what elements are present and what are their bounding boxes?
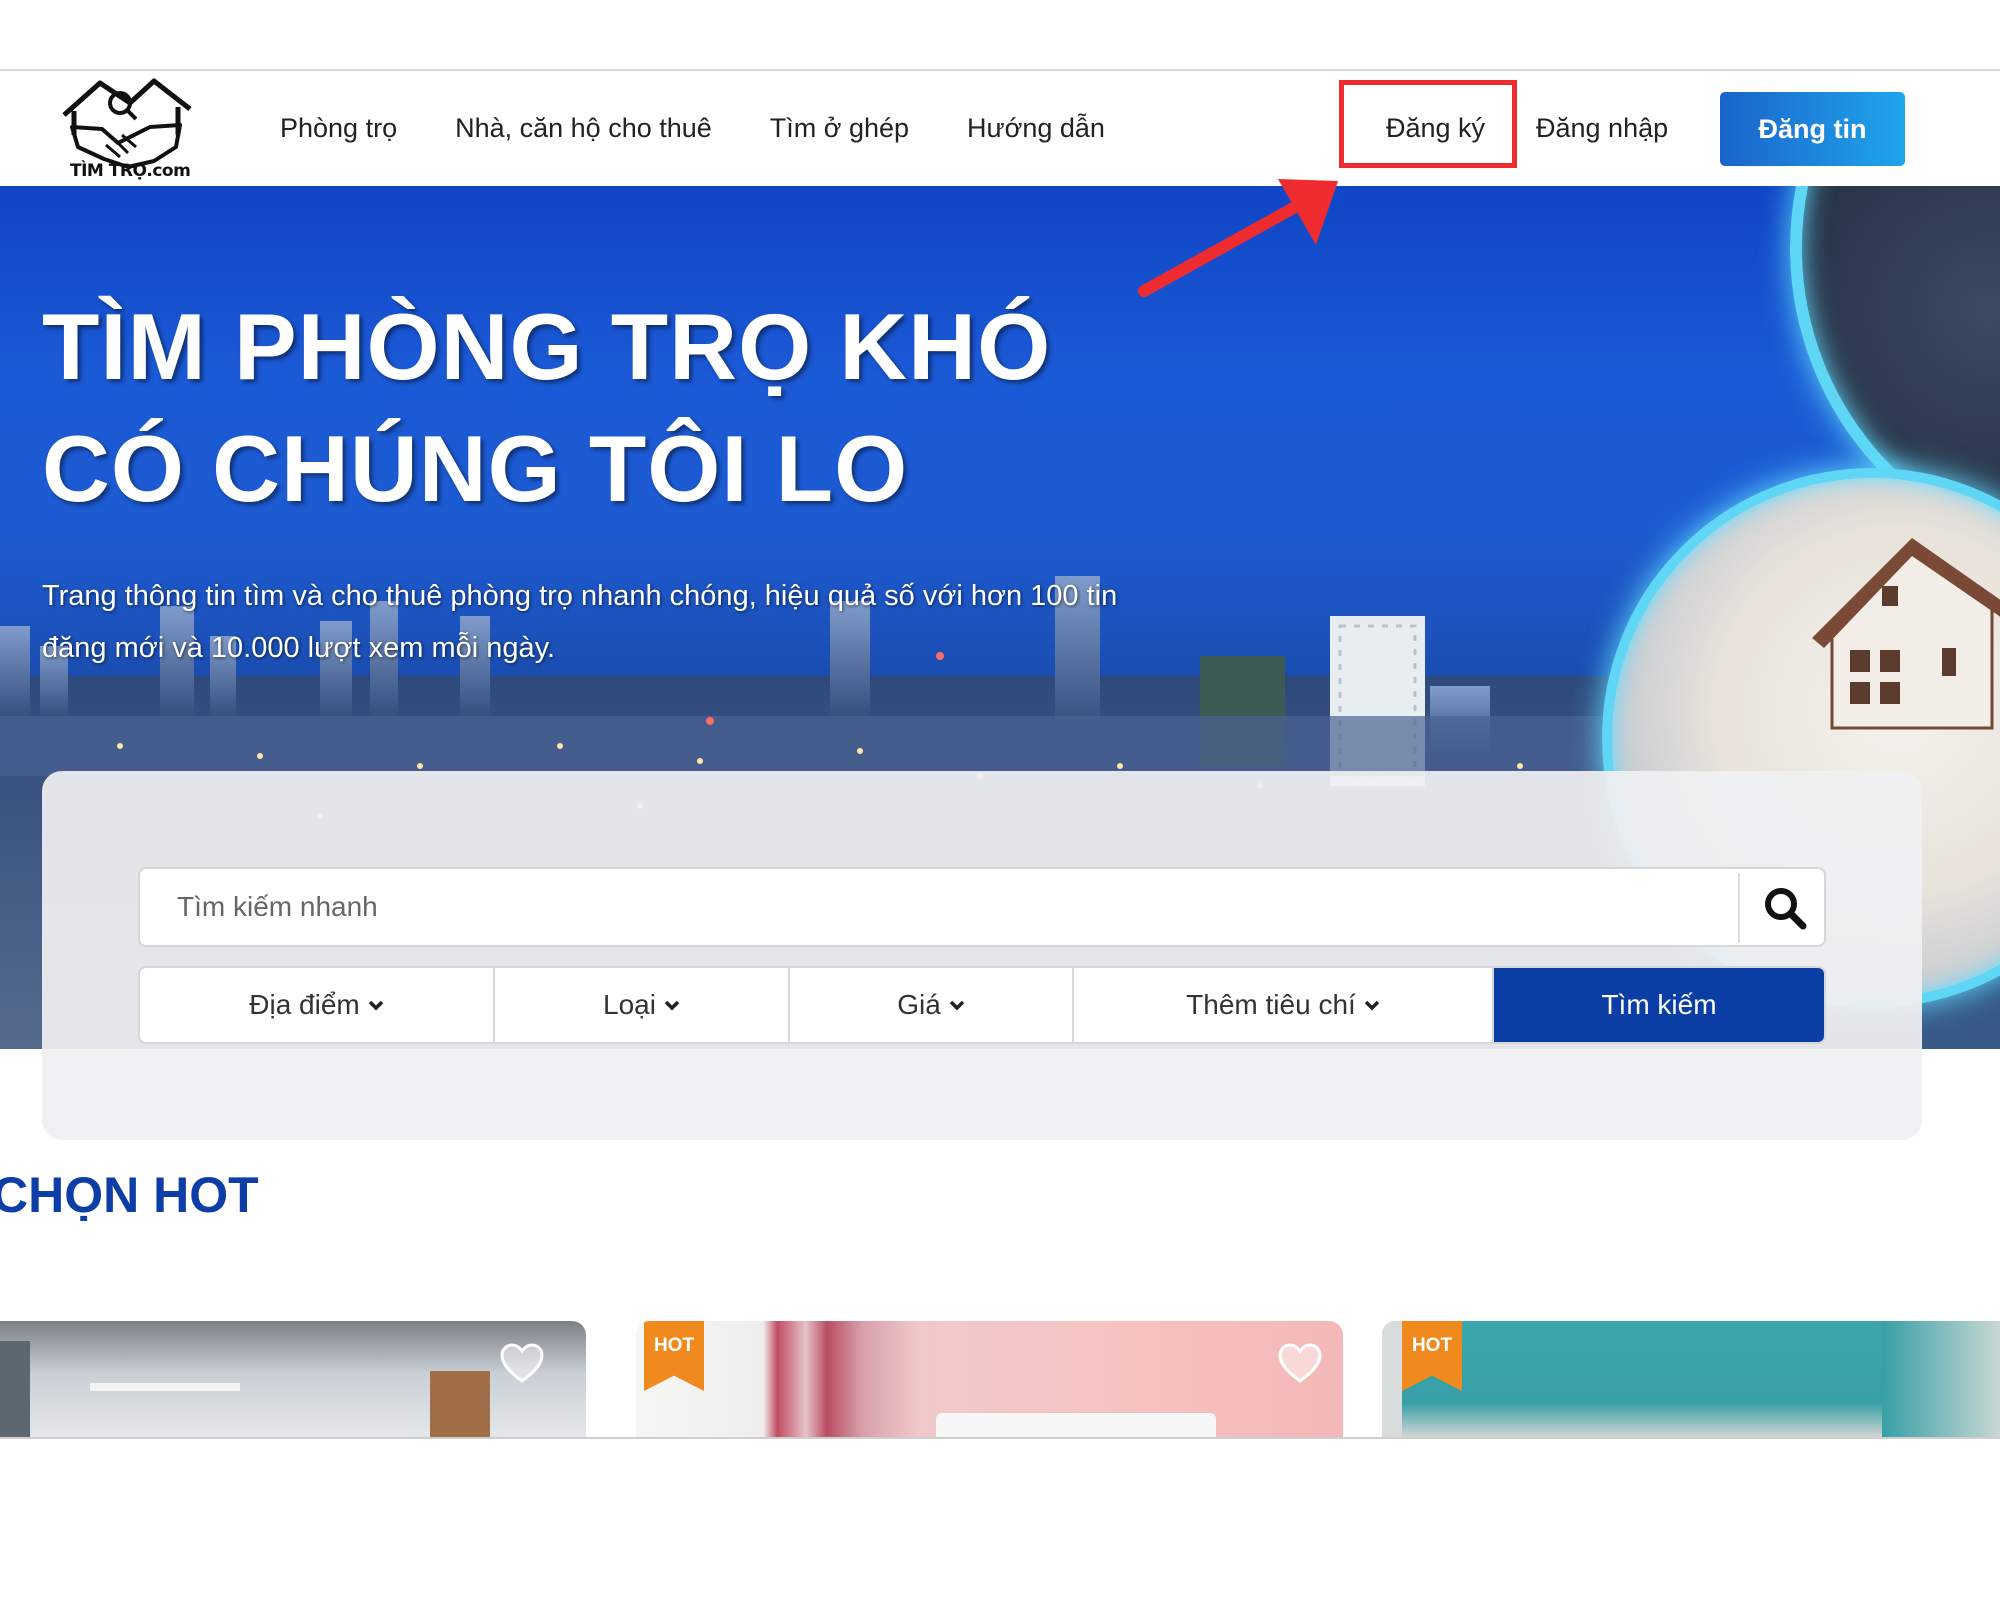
bed-frame [936,1413,1216,1438]
filter-location[interactable]: Địa điểm [140,968,495,1042]
hero-title: TÌM PHÒNG TRỌ KHÓ CÓ CHÚNG TÔI LO [42,286,1051,530]
search-submit-label: Tìm kiếm [1601,989,1717,1020]
search-icon[interactable] [1762,885,1808,931]
filter-price-label: Giá [897,989,941,1020]
filter-price[interactable]: Giá [790,968,1074,1042]
search-submit-button[interactable]: Tìm kiếm [1494,968,1824,1042]
quick-search-input[interactable]: Tìm kiếm nhanh [138,867,1826,947]
chevron-down-icon [1364,1000,1380,1010]
hero-description: Trang thông tin tìm và cho thuê phòng tr… [42,580,1118,664]
post-listing-button[interactable]: Đăng tin [1720,92,1905,166]
filter-location-label: Địa điểm [249,989,360,1020]
hero-title-line2: CÓ CHÚNG TÔI LO [42,416,909,521]
site-header: TÌM TRỌ.com Phòng trọ Nhà, căn hộ cho th… [0,71,2000,186]
wall-edge [1382,1321,1402,1438]
window-frame [0,1341,30,1438]
chevron-down-icon [949,1000,965,1010]
section-title: CHỌN HOT [0,1167,259,1223]
filter-more-criteria[interactable]: Thêm tiêu chí [1074,968,1494,1042]
wall-corner [1882,1321,2000,1438]
nav-item-huong-dan[interactable]: Hướng dẫn [967,113,1105,144]
login-link-wrap: Đăng nhập [1536,71,1668,186]
login-link[interactable]: Đăng nhập [1536,113,1668,144]
search-divider [1738,873,1740,943]
nav-item-nha-can-ho[interactable]: Nhà, căn hộ cho thuê [455,113,712,144]
filter-type-label: Loại [603,989,656,1020]
site-logo[interactable]: TÌM TRỌ.com [58,75,194,183]
heart-icon[interactable] [1276,1341,1324,1385]
filter-type[interactable]: Loại [495,968,790,1042]
listing-card[interactable] [0,1321,586,1438]
heart-icon[interactable] [498,1341,546,1385]
search-filters: Địa điểm Loại Giá Thêm tiêu chí Tìm kiếm [138,966,1826,1044]
hot-badge: HOT [1402,1321,1462,1391]
hero-title-line1: TÌM PHÒNG TRỌ KHÓ [42,294,1052,399]
window-grille [430,1371,490,1438]
search-panel [42,771,1922,1140]
main-nav: Phòng trọ Nhà, căn hộ cho thuê Tìm ở ghé… [280,71,1105,186]
hot-badge: HOT [644,1321,704,1391]
nav-item-phong-tro[interactable]: Phòng trọ [280,113,397,144]
quick-search-placeholder: Tìm kiếm nhanh [177,891,378,922]
listing-card[interactable]: HOT [1382,1321,2000,1438]
nav-item-tim-o-ghep[interactable]: Tìm ở ghép [770,113,909,144]
chevron-down-icon [368,1000,383,1010]
arrow-annotation-icon [1138,179,1338,297]
chevron-down-icon [664,1000,680,1010]
ceiling-light [90,1383,240,1391]
content-divider [0,1437,2000,1439]
logo-text: TÌM TRỌ.com [70,161,191,181]
listing-card[interactable]: HOT [636,1321,1343,1438]
register-highlight-box [1339,80,1517,168]
filter-more-criteria-label: Thêm tiêu chí [1186,989,1356,1020]
